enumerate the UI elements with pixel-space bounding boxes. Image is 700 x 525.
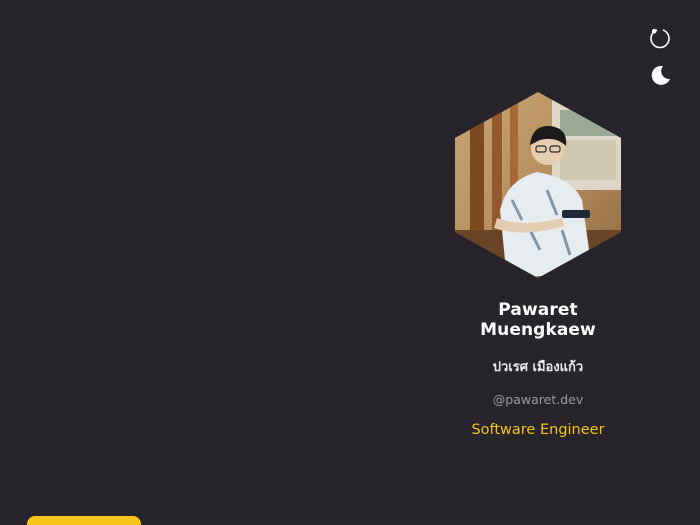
profile-thai-name: ปวเรศ เมืองแก้ว — [492, 360, 584, 375]
profile-card: Pawaret Muengkaew ปวเรศ เมืองแก้ว @pawar… — [438, 90, 638, 438]
reload-button[interactable] — [647, 25, 673, 51]
page: Pawaret Muengkaew ปวเรศ เมืองแก้ว @pawar… — [0, 0, 700, 525]
moon-icon — [651, 65, 670, 85]
profile-name: Pawaret Muengkaew — [480, 300, 596, 340]
reload-icon — [650, 28, 670, 49]
theme-toggle-button[interactable] — [647, 62, 673, 88]
profile-role: Software Engineer — [471, 422, 605, 438]
profile-handle: @pawaret.dev — [492, 392, 584, 407]
avatar — [455, 92, 621, 278]
cta-button[interactable] — [27, 516, 141, 525]
